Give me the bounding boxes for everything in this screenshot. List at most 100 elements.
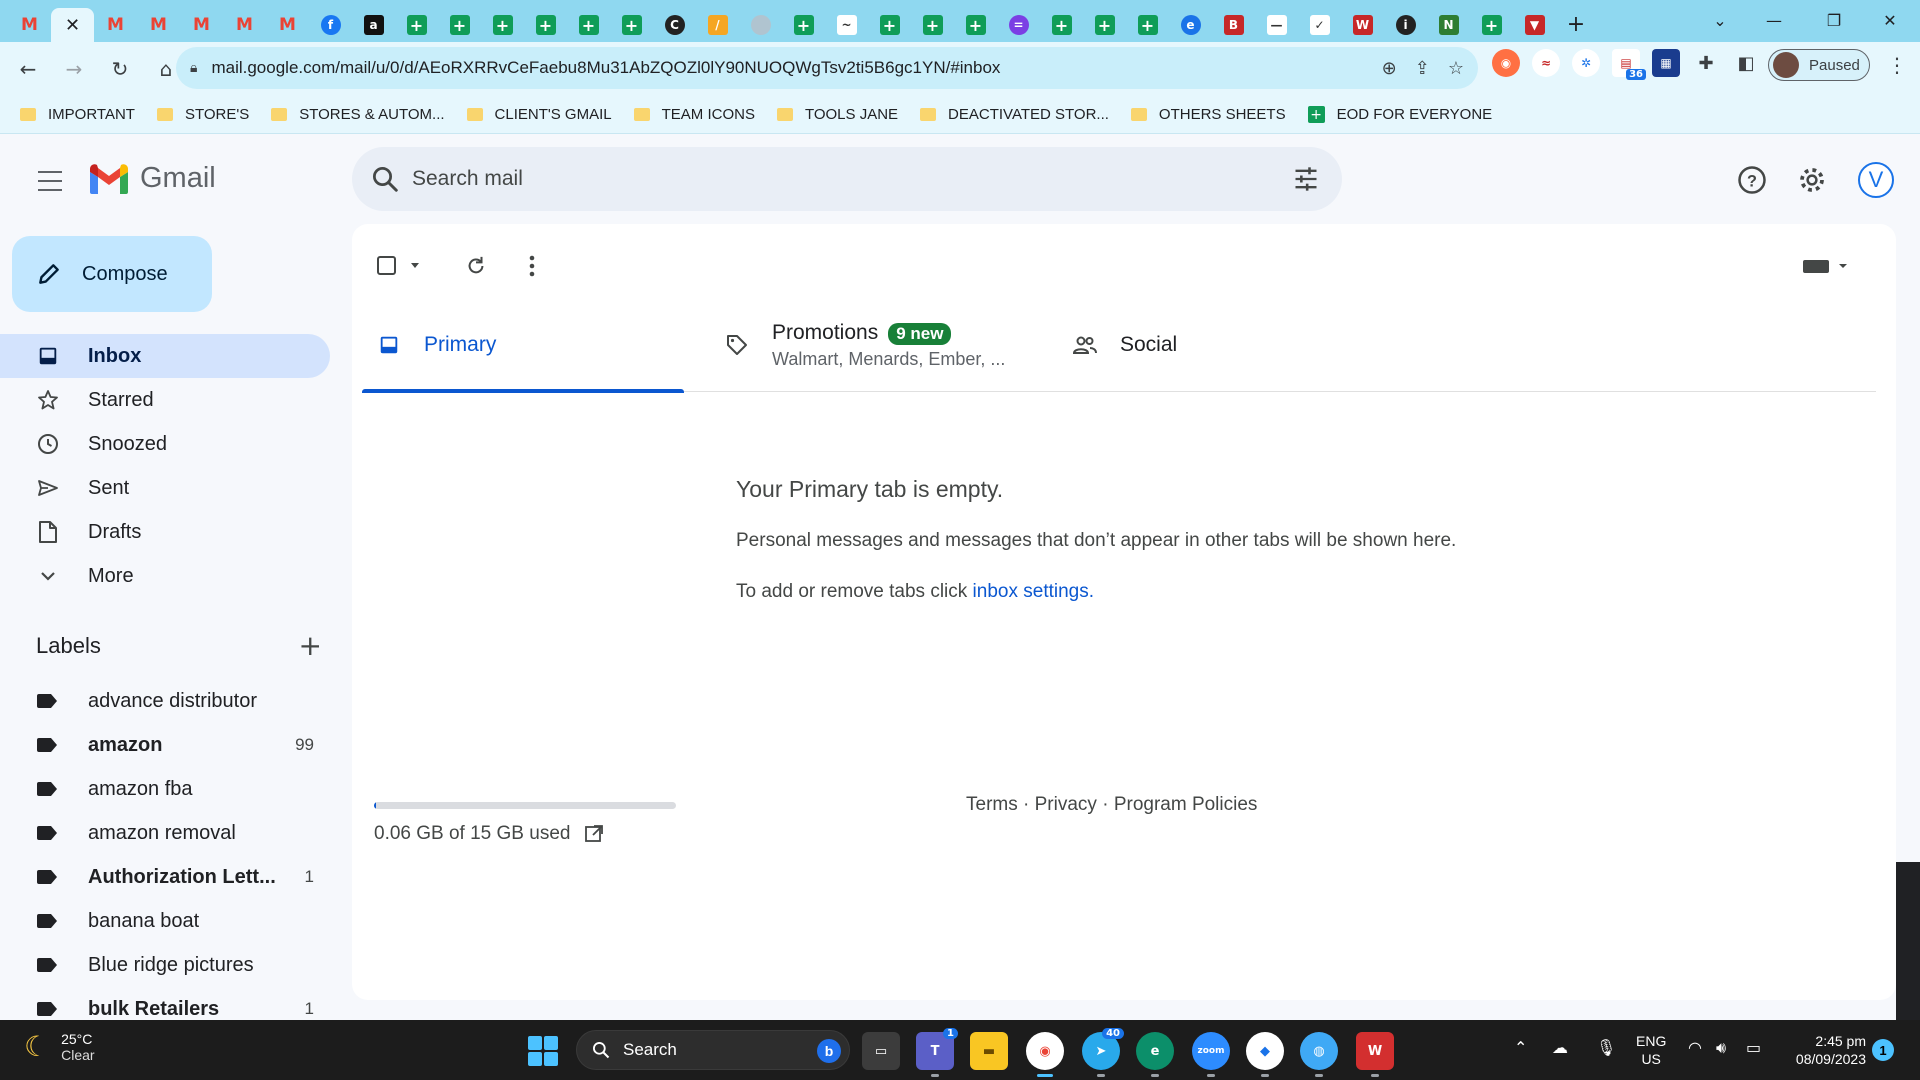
nav-item-sent[interactable]: Sent [0,466,330,510]
close-tab-icon[interactable]: ✕ [65,15,80,36]
label-item[interactable]: amazon 99 [0,723,330,767]
compose-button[interactable]: Compose [12,236,212,312]
task-view-icon[interactable]: ▭ [862,1032,900,1070]
storage-usage-text[interactable]: 0.06 GB of 15 GB used [374,823,570,845]
browser-tab[interactable]: = [997,8,1040,42]
extension-orange-icon[interactable]: ◉ [1492,49,1520,77]
browser-tab[interactable]: + [438,8,481,42]
onedrive-cloud-icon[interactable]: ☁ [1552,1038,1568,1057]
browser-menu-icon[interactable]: ⋮ [1880,48,1914,82]
address-bar[interactable]: 🔒︎ mail.google.com/mail/u/0/d/AEoRXRRvCe… [176,47,1478,89]
restore-button[interactable]: ❐ [1810,0,1858,40]
extension-blue-icon[interactable]: ✲ [1572,49,1600,77]
extension-calendar-icon[interactable]: ▤ 36 [1612,49,1646,80]
start-button[interactable] [528,1036,558,1066]
more-actions-icon[interactable] [512,246,552,286]
browser-tab[interactable]: + [395,8,438,42]
gmail-logo[interactable]: Gmail [88,162,216,195]
label-item[interactable]: Authorization Lett... 1 [0,855,330,899]
wps-office-icon[interactable]: W [1356,1032,1394,1077]
extension-seller-icon[interactable]: ≈ [1532,49,1560,77]
telegram-icon[interactable]: ➤ 40 [1082,1028,1124,1077]
microphone-icon[interactable]: 🎙︎ [1596,1038,1616,1057]
minimize-button[interactable]: — [1750,0,1798,40]
browser-tab[interactable]: + [911,8,954,42]
browser-tab[interactable]: + [1040,8,1083,42]
label-item[interactable]: amazon removal [0,811,330,855]
label-item[interactable]: Blue ridge pictures [0,943,330,987]
browser-tab[interactable]: + [868,8,911,42]
language-indicator[interactable]: ENG US [1636,1032,1666,1068]
nav-item-drafts[interactable]: Drafts [0,510,330,554]
browser-tab[interactable]: f [309,8,352,42]
search-input[interactable] [412,147,1212,211]
bookmark-item[interactable]: CLIENT'S GMAIL [466,106,612,123]
back-button[interactable]: ← [8,49,48,89]
program-policies-link[interactable]: Program Policies [1114,794,1258,815]
nav-item-more[interactable]: More [0,554,330,598]
wifi-icon[interactable]: ◠ [1688,1038,1702,1057]
browser-tab[interactable]: M [223,8,266,42]
side-panel-toggle[interactable] [1896,862,1920,1020]
nav-item-starred[interactable]: Starred [0,378,330,422]
weather-widget[interactable]: ☾ 25°C Clear [24,1030,95,1063]
browser-tab[interactable]: + [610,8,653,42]
chrome-icon[interactable]: ◉ [1026,1032,1064,1077]
label-item[interactable]: amazon fba [0,767,330,811]
share-icon[interactable]: ⇪ [1415,58,1430,79]
bookmark-item[interactable]: TEAM ICONS [633,106,755,123]
browser-tab[interactable]: + [954,8,997,42]
file-explorer-icon[interactable]: ▬ [970,1032,1008,1070]
extensions-puzzle-icon[interactable]: ✚ [1692,49,1720,77]
volume-icon[interactable]: 🔊︎ [1716,1038,1726,1058]
account-avatar[interactable]: V [1858,162,1894,198]
terms-link[interactable]: Terms [966,794,1018,815]
browser-tab[interactable]: i [1384,8,1427,42]
nav-item-inbox[interactable]: Inbox [0,334,330,378]
tab-social[interactable]: Social [1058,298,1380,392]
settings-gear-icon[interactable] [1792,160,1832,200]
maps-pin-icon[interactable]: ◆ [1246,1032,1284,1077]
support-icon[interactable]: ? [1732,160,1772,200]
new-tab-button[interactable]: + [1556,7,1596,41]
teams-icon[interactable]: T1 [916,1028,958,1077]
browser-tab[interactable]: + [524,8,567,42]
profile-button[interactable]: Paused [1768,49,1870,81]
tab-promotions[interactable]: Promotions 9 new Walmart, Menards, Ember,… [710,298,1032,392]
open-external-icon[interactable] [584,824,604,844]
browser-tab[interactable]: M [137,8,180,42]
browser-tab[interactable]: + [1083,8,1126,42]
browser-tab[interactable]: M [8,8,51,42]
browser-tab[interactable]: + [481,8,524,42]
add-label-button[interactable]: + [299,632,322,660]
close-window-button[interactable]: ✕ [1866,0,1914,40]
show-hidden-icons-chevron[interactable]: ⌃ [1514,1038,1527,1057]
edge-icon[interactable]: e [1136,1032,1174,1077]
forward-button[interactable]: → [54,49,94,89]
battery-icon[interactable]: ▭ [1746,1038,1761,1057]
bookmark-item[interactable]: + EOD FOR EVERYONE [1307,106,1492,123]
zoom-icon[interactable]: ⊕ [1382,58,1397,79]
label-item[interactable]: banana boat [0,899,330,943]
inbox-settings-link[interactable]: inbox settings [973,581,1089,602]
notification-count[interactable]: 1 [1872,1039,1894,1061]
browser-tab[interactable]: ✕ [51,8,94,42]
bookmark-item[interactable]: IMPORTANT [20,106,135,123]
select-all-checkbox[interactable] [372,246,426,286]
browser-tab[interactable]: M [266,8,309,42]
tab-primary[interactable]: Primary [362,298,684,393]
input-tools-keyboard-icon[interactable] [1798,246,1854,286]
globe-app-icon[interactable]: ◍ [1300,1032,1338,1077]
search-icon[interactable] [370,164,400,194]
label-item[interactable]: advance distributor [0,679,330,723]
reload-button[interactable]: ↻ [100,49,140,89]
bookmark-item[interactable]: DEACTIVATED STOR... [920,106,1109,123]
browser-tab[interactable]: W [1341,8,1384,42]
browser-tab[interactable] [739,8,782,42]
browser-tab[interactable]: a [352,8,395,42]
browser-tab[interactable]: ▼ [1513,8,1556,42]
bing-icon[interactable]: b [817,1039,841,1063]
bookmark-item[interactable]: STORES & AUTOM... [271,106,445,123]
browser-tab[interactable]: B [1212,8,1255,42]
browser-tab[interactable]: ✓ [1298,8,1341,42]
